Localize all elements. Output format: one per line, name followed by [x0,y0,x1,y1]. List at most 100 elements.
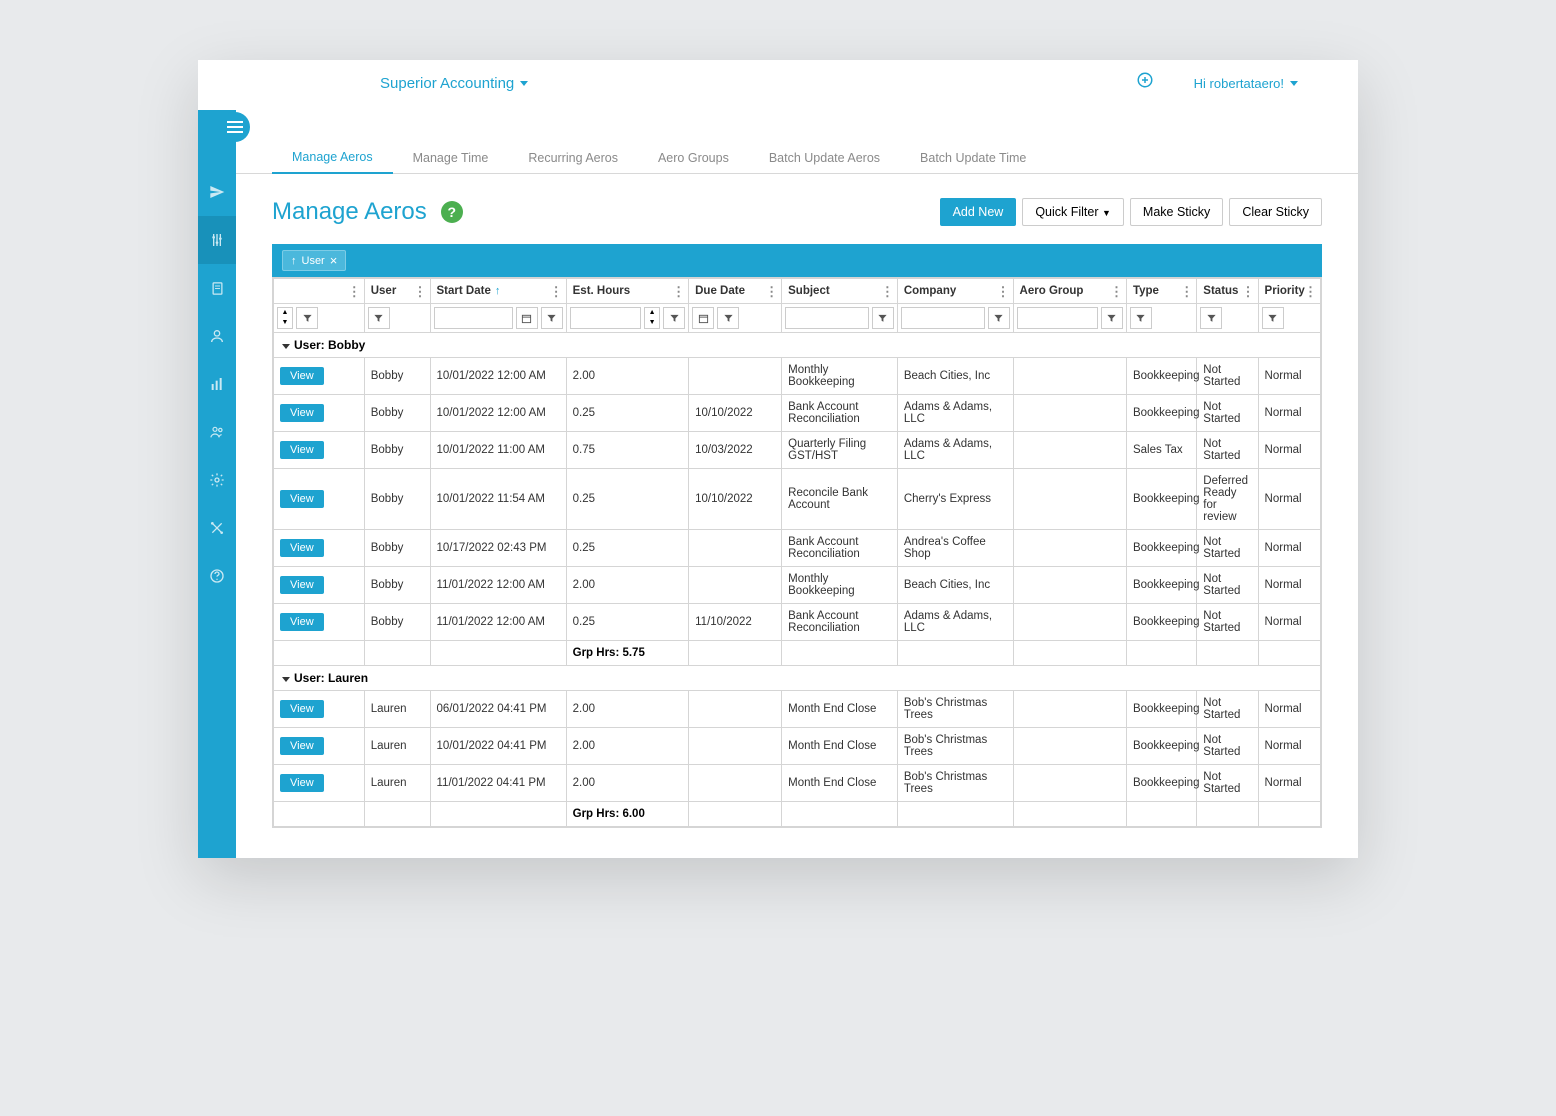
close-icon[interactable]: × [330,253,338,268]
arrow-up-icon: ↑ [291,255,297,267]
filter-icon[interactable] [1101,307,1123,329]
tab-batch-update-time[interactable]: Batch Update Time [900,151,1046,173]
table-row: ViewLauren06/01/2022 04:41 PM2.00Month E… [274,691,1321,728]
view-button[interactable]: View [280,441,324,459]
view-button[interactable]: View [280,774,324,792]
sidebar-item-send[interactable] [198,168,236,216]
content: Superior Accounting Hi robertataero! Man… [236,60,1358,828]
sidebar-item-help[interactable] [198,552,236,600]
tab-manage-time[interactable]: Manage Time [393,151,509,173]
filter-icon[interactable] [988,307,1010,329]
app-frame: Superior Accounting Hi robertataero! Man… [198,60,1358,858]
column-header[interactable]: Est. Hours⋮ [566,279,689,304]
filter-icon[interactable] [717,307,739,329]
sidebar-item-tools[interactable] [198,504,236,552]
calendar-icon[interactable] [692,307,714,329]
column-menu-icon[interactable]: ⋮ [672,285,685,298]
tab-recurring-aeros[interactable]: Recurring Aeros [508,151,638,173]
sidebar-item-team[interactable] [198,408,236,456]
column-header[interactable]: ⋮ [274,279,365,304]
column-header[interactable]: Start Date↑⋮ [430,279,566,304]
column-menu-icon[interactable]: ⋮ [550,285,563,298]
group-row[interactable]: User: Bobby [274,333,1321,358]
sidebar-item-gear[interactable] [198,456,236,504]
filter-subject-input[interactable] [785,307,869,329]
number-spinner[interactable]: ▲▼ [277,307,293,329]
column-menu-icon[interactable]: ⋮ [414,285,427,298]
quick-filter-button[interactable]: Quick Filter ▼ [1022,198,1124,226]
view-button[interactable]: View [280,539,324,557]
tab-manage-aeros[interactable]: Manage Aeros [272,150,393,174]
view-button[interactable]: View [280,737,324,755]
clear-sticky-button[interactable]: Clear Sticky [1229,198,1322,226]
filter-hours-input[interactable] [570,307,642,329]
user-menu[interactable]: Hi robertataero! [1194,76,1298,91]
column-header[interactable]: Due Date⋮ [689,279,782,304]
chevron-down-icon [520,81,528,86]
filter-icon[interactable] [296,307,318,329]
chip-label: User [302,255,325,267]
filter-chip-row: ↑ User × [272,244,1322,277]
view-button[interactable]: View [280,576,324,594]
column-header[interactable]: Priority⋮ [1258,279,1320,304]
page-header: Manage Aeros ? Add New Quick Filter ▼ Ma… [236,174,1358,244]
column-header[interactable]: Company⋮ [897,279,1013,304]
filter-icon[interactable] [1200,307,1222,329]
sidebar-item-chart[interactable] [198,360,236,408]
column-menu-icon[interactable]: ⋮ [1110,285,1123,298]
number-spinner[interactable]: ▲▼ [644,307,660,329]
company-dropdown[interactable]: Superior Accounting [380,75,528,92]
sidebar-item-document[interactable] [198,264,236,312]
add-new-button[interactable]: Add New [940,198,1017,226]
column-menu-icon[interactable]: ⋮ [765,285,778,298]
sidebar [198,110,236,858]
table-row: ViewBobby11/01/2022 12:00 AM2.00Monthly … [274,567,1321,604]
tabs: Manage AerosManage TimeRecurring AerosAe… [236,140,1358,174]
menu-toggle[interactable] [220,112,250,142]
filter-icon[interactable] [872,307,894,329]
filter-icon[interactable] [541,307,563,329]
tab-batch-update-aeros[interactable]: Batch Update Aeros [749,151,900,173]
column-header[interactable]: Type⋮ [1126,279,1196,304]
filter-group-input[interactable] [1017,307,1098,329]
filter-icon[interactable] [663,307,685,329]
column-header[interactable]: User⋮ [364,279,430,304]
view-button[interactable]: View [280,700,324,718]
column-header-row: ⋮User⋮Start Date↑⋮Est. Hours⋮Due Date⋮Su… [274,279,1321,304]
column-header[interactable]: Subject⋮ [782,279,898,304]
filter-chip-user[interactable]: ↑ User × [282,250,346,271]
table-row: ViewLauren11/01/2022 04:41 PM2.00Month E… [274,765,1321,802]
sidebar-item-settings[interactable] [198,216,236,264]
calendar-icon[interactable] [516,307,538,329]
view-button[interactable]: View [280,613,324,631]
filter-icon[interactable] [368,307,390,329]
caret-down-icon [282,677,290,682]
table-row: ViewLauren10/01/2022 04:41 PM2.00Month E… [274,728,1321,765]
view-button[interactable]: View [280,490,324,508]
group-footer-row: Grp Hrs: 5.75 [274,641,1321,666]
data-grid: ⋮User⋮Start Date↑⋮Est. Hours⋮Due Date⋮Su… [272,277,1322,828]
view-button[interactable]: View [280,404,324,422]
filter-icon[interactable] [1130,307,1152,329]
company-name-label: Superior Accounting [380,75,514,92]
column-header[interactable]: Status⋮ [1197,279,1258,304]
sidebar-item-user[interactable] [198,312,236,360]
column-menu-icon[interactable]: ⋮ [997,285,1010,298]
add-icon[interactable] [1136,71,1154,95]
column-menu-icon[interactable]: ⋮ [348,285,361,298]
view-button[interactable]: View [280,367,324,385]
filter-company-input[interactable] [901,307,985,329]
table-row: ViewBobby10/01/2022 12:00 AM2.00Monthly … [274,358,1321,395]
caret-down-icon [282,344,290,349]
column-header[interactable]: Aero Group⋮ [1013,279,1126,304]
filter-start-date-input[interactable] [434,307,513,329]
column-menu-icon[interactable]: ⋮ [1180,285,1193,298]
column-menu-icon[interactable]: ⋮ [1304,285,1317,298]
filter-icon[interactable] [1262,307,1284,329]
help-icon[interactable]: ? [441,201,463,223]
group-row[interactable]: User: Lauren [274,666,1321,691]
make-sticky-button[interactable]: Make Sticky [1130,198,1223,226]
tab-aero-groups[interactable]: Aero Groups [638,151,749,173]
column-menu-icon[interactable]: ⋮ [881,285,894,298]
column-menu-icon[interactable]: ⋮ [1242,285,1255,298]
